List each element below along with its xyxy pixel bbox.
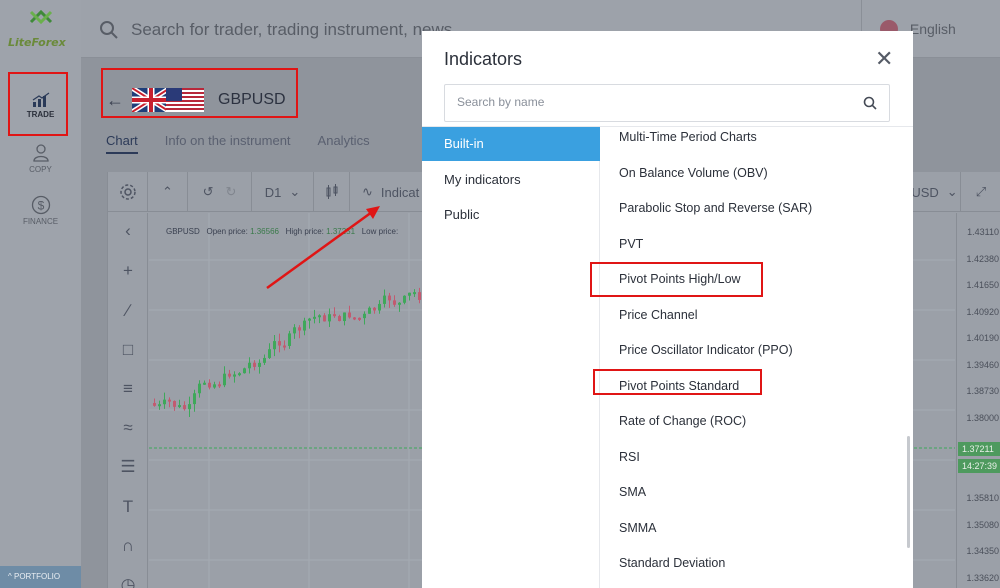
indicator-item[interactable]: SMMA (619, 521, 899, 535)
indicator-categories: Built-in My indicators Public (422, 127, 600, 588)
indicator-search (444, 84, 890, 122)
indicator-item[interactable]: Rate of Change (ROC) (619, 414, 899, 428)
indicator-item[interactable]: SMA (619, 485, 899, 499)
indicator-item[interactable]: Price Channel (619, 308, 899, 322)
indicator-item[interactable]: RSI (619, 450, 899, 464)
indicator-item[interactable]: On Balance Volume (OBV) (619, 166, 899, 180)
indicator-item[interactable]: Multi-Time Period Charts (619, 130, 899, 144)
indicator-item[interactable]: Price Oscillator Indicator (PPO) (619, 343, 899, 357)
indicator-item[interactable]: Parabolic Stop and Reverse (SAR) (619, 201, 899, 215)
indicator-search-input[interactable] (457, 95, 837, 109)
indicator-item[interactable]: Standard Deviation (619, 556, 899, 570)
category-my-indicators[interactable]: My indicators (422, 163, 600, 197)
highlight-box-pivot-high-low (590, 262, 763, 297)
indicators-dialog: Indicators ✕ Built-in My indicators Publ… (422, 31, 913, 588)
indicator-item[interactable]: PVT (619, 237, 899, 251)
search-icon[interactable] (863, 96, 877, 110)
highlight-box-pivot-standard (593, 369, 762, 395)
list-scrollbar[interactable] (907, 436, 910, 548)
category-built-in[interactable]: Built-in (422, 127, 600, 161)
category-public[interactable]: Public (422, 198, 600, 232)
close-icon[interactable]: ✕ (875, 48, 893, 70)
dialog-title: Indicators (444, 49, 523, 69)
